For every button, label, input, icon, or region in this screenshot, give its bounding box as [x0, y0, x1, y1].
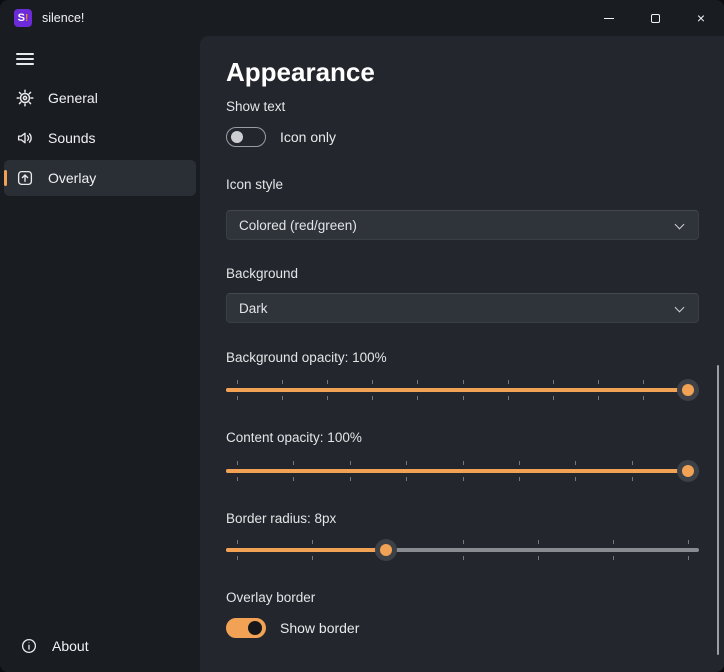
background-dropdown[interactable]: Dark — [226, 293, 699, 323]
border-radius-slider[interactable] — [226, 537, 699, 563]
sidebar-item-about[interactable]: About — [8, 628, 192, 664]
toggle-knob — [231, 131, 243, 143]
nav-menu-button[interactable] — [6, 42, 46, 76]
vertical-scrollbar[interactable] — [717, 365, 719, 655]
close-icon: × — [696, 10, 706, 26]
chevron-down-icon — [674, 219, 685, 230]
sidebar-item-label: Overlay — [48, 170, 97, 186]
app-window: S! silence! × General Sounds Overlay Abo… — [0, 0, 724, 672]
app-logo-icon: S! — [14, 9, 32, 27]
border-radius-label: Border radius: 8px — [226, 511, 337, 526]
overlay-border-row: Show border — [226, 617, 699, 639]
background-label: Background — [226, 266, 299, 281]
sidebar: General Sounds Overlay About — [0, 36, 200, 672]
overlay-border-toggle-label: Show border — [280, 620, 360, 636]
sidebar-item-overlay[interactable]: Overlay — [4, 160, 196, 196]
sidebar-item-label: General — [48, 90, 98, 106]
maximize-button[interactable] — [632, 0, 678, 36]
content-opacity-slider[interactable] — [226, 458, 699, 484]
icon-style-label: Icon style — [226, 177, 284, 192]
maximize-icon — [650, 13, 660, 23]
icon-style-dropdown[interactable]: Colored (red/green) — [226, 210, 699, 240]
nav-list: General Sounds Overlay — [0, 80, 200, 196]
toggle-knob — [248, 621, 262, 635]
sidebar-item-general[interactable]: General — [4, 80, 196, 116]
content-opacity-label: Content opacity: 100% — [226, 430, 362, 445]
background-opacity-slider[interactable] — [226, 377, 699, 403]
close-button[interactable]: × — [678, 0, 724, 36]
overlay-border-label: Overlay border — [226, 590, 316, 605]
sidebar-item-label: About — [52, 638, 89, 654]
window-title: silence! — [42, 11, 85, 25]
gear-icon — [16, 89, 34, 107]
logo-letter: S — [17, 12, 25, 24]
minimize-icon — [604, 17, 614, 19]
show-text-toggle[interactable] — [226, 127, 266, 147]
show-text-toggle-label: Icon only — [280, 129, 337, 145]
titlebar: S! silence! × — [0, 0, 724, 36]
background-value: Dark — [239, 300, 268, 316]
show-text-row: Icon only — [226, 126, 699, 148]
settings-pane: Appearance Show text Icon only Icon styl… — [200, 36, 724, 672]
overlay-border-toggle[interactable] — [226, 618, 266, 638]
page-title: Appearance — [226, 57, 375, 87]
chevron-down-icon — [674, 302, 685, 313]
logo-exclamation: ! — [25, 12, 29, 24]
hamburger-icon — [16, 53, 34, 55]
sidebar-item-label: Sounds — [48, 130, 96, 146]
minimize-button[interactable] — [586, 0, 632, 36]
sidebar-item-sounds[interactable]: Sounds — [4, 120, 196, 156]
overlay-arrow-icon — [17, 170, 33, 186]
show-text-label: Show text — [226, 99, 286, 114]
icon-style-value: Colored (red/green) — [239, 217, 357, 233]
speaker-icon — [17, 132, 32, 144]
info-icon — [21, 638, 37, 654]
background-opacity-label: Background opacity: 100% — [226, 350, 387, 365]
